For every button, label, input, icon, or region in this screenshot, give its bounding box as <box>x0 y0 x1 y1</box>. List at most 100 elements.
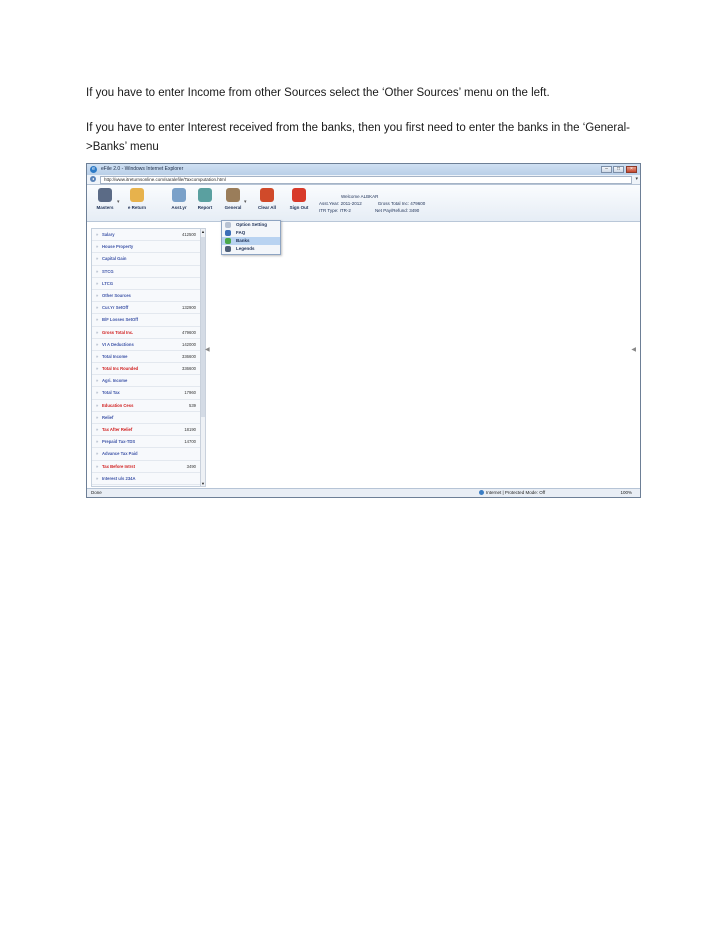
summary-row-label[interactable]: Advance Tax Paid <box>102 448 138 459</box>
summary-row-label[interactable]: Other Sources <box>102 290 131 301</box>
summary-row-label[interactable]: Salary <box>102 229 115 240</box>
bullet-icon: » <box>96 353 99 359</box>
url-field[interactable]: http://www.itreturnsonline.com/saralefil… <box>100 176 632 184</box>
bullet-icon: » <box>96 402 99 408</box>
toolbar-button-label: Asst.yr <box>171 205 187 210</box>
summary-row[interactable]: » Total Tax 17960 <box>92 387 200 400</box>
toolbar-button-report[interactable]: Report <box>191 188 219 218</box>
summary-row[interactable]: » Total Income 336600 <box>92 351 200 364</box>
toolbar-button-label: Clear All <box>257 205 277 210</box>
scroll-up-icon[interactable]: ▲ <box>201 229 205 234</box>
bullet-icon: » <box>96 329 99 335</box>
gross-total-income: Gross Total Inc: 479600 <box>377 201 426 206</box>
summary-row-value: 412500 <box>182 232 196 237</box>
browser-screenshot: e eFile 2.0 - Windows Internet Explorer … <box>86 163 641 498</box>
bullet-icon: » <box>96 427 99 432</box>
vertical-scrollbar[interactable]: ▲ ▼ <box>200 228 206 487</box>
summary-row[interactable]: » Interest u/s 234B <box>92 485 200 486</box>
menu-item-faq[interactable]: FAQ <box>222 229 280 237</box>
summary-row[interactable]: » Other Sources <box>92 290 200 303</box>
bullet-icon: » <box>96 244 99 250</box>
summary-row-label[interactable]: Relief <box>102 412 113 423</box>
assessment-year: Asst.Year: 2011-2012 <box>319 201 362 206</box>
summary-row-label[interactable]: Cur.Yr SetOff <box>102 302 128 313</box>
summary-row[interactable]: » STCG <box>92 266 200 278</box>
summary-row[interactable]: » VI A Deductions 142000 <box>92 339 200 351</box>
summary-row[interactable]: » LTCG <box>92 278 200 290</box>
summary-row-label[interactable]: Gross Total Inc. <box>102 327 133 338</box>
masters-person-icon <box>98 188 112 202</box>
summary-row[interactable]: » Advance Tax Paid <box>92 448 200 461</box>
summary-row[interactable]: » Total Inc Rounded 336600 <box>92 363 200 376</box>
summary-row-label[interactable]: VI A Deductions <box>102 339 134 350</box>
summary-row-label[interactable]: House Property <box>102 241 133 252</box>
summary-row[interactable]: » Education Cess 539 <box>92 400 200 412</box>
folder-icon <box>130 188 144 202</box>
summary-row[interactable]: » Capital Gain <box>92 253 200 266</box>
summary-row-label[interactable]: Education Cess <box>102 400 133 411</box>
summary-row-value: 479600 <box>182 329 196 335</box>
menu-item-option-setting[interactable]: Option Setting <box>222 221 280 229</box>
general-dropdown-icon[interactable]: ▾ <box>244 199 247 205</box>
scroll-down-icon[interactable]: ▼ <box>201 481 205 486</box>
summary-row-label[interactable]: Tax After Relief <box>102 424 132 435</box>
bullet-icon: » <box>96 451 99 457</box>
toolbar-button-masters[interactable]: Masters <box>91 188 119 218</box>
summary-row-label[interactable]: Total Income <box>102 351 128 362</box>
splitter-left-icon[interactable]: ◀ <box>205 346 210 353</box>
security-zone-text: Internet | Protected Mode: Off <box>486 490 546 495</box>
summary-row-label[interactable]: Tax Before Intrst <box>102 461 135 472</box>
summary-row-label[interactable]: STCG <box>102 266 114 277</box>
scroll-thumb[interactable] <box>201 237 205 417</box>
net-pay-refund: Net Pay/Refund: 3490 <box>374 208 420 213</box>
toolbar-button-sign-out[interactable]: Sign Out <box>285 188 313 218</box>
tax-summary-panel: » Salary 412500» House Property» Capital Gai… <box>91 228 201 487</box>
splitter-right-icon[interactable]: ◀ <box>631 346 636 353</box>
summary-row[interactable]: » B/F Losses SetOff <box>92 314 200 327</box>
summary-row-value: 336600 <box>182 366 196 372</box>
summary-row-label[interactable]: Interest u/s 234A <box>102 473 136 484</box>
toolbar-button-label: Report <box>197 205 213 210</box>
summary-row[interactable]: » Gross Total Inc. 479600 <box>92 327 200 339</box>
close-button[interactable]: × <box>626 166 637 173</box>
summary-row[interactable]: » Cur.Yr SetOff 132900 <box>92 302 200 315</box>
toolbar-button-asst-yr[interactable]: Asst.yr <box>165 188 193 218</box>
summary-row-label[interactable]: Total Tax <box>102 387 120 398</box>
summary-row[interactable]: » Salary 412500 <box>92 229 200 242</box>
summary-row-label[interactable]: Interest u/s 234B <box>102 485 136 486</box>
menu-item-banks[interactable]: Banks <box>222 237 280 245</box>
summary-row[interactable]: » Tax After Relief 18190 <box>92 424 200 437</box>
toolbar-button-label: General <box>224 205 242 210</box>
bullet-icon: » <box>96 305 99 311</box>
summary-row[interactable]: » Tax Before Intrst 3490 <box>92 461 200 473</box>
instruction-banks: If you have to enter Interest received f… <box>86 122 631 153</box>
summary-row-label[interactable]: LTCG <box>102 278 113 289</box>
bullet-icon: » <box>96 463 99 469</box>
toolbar-button-e-return[interactable]: e Return <box>123 188 151 218</box>
summary-row-label[interactable]: B/F Losses SetOff <box>102 314 138 325</box>
bullet-icon: » <box>96 268 99 274</box>
summary-row-label[interactable]: Total Inc Rounded <box>102 363 138 374</box>
summary-row[interactable]: » Prepaid Tax-TDS 14700 <box>92 436 200 449</box>
summary-row[interactable]: » Interest u/s 234A <box>92 473 200 485</box>
minimize-button[interactable]: – <box>601 166 612 173</box>
summary-row-label[interactable]: Prepaid Tax-TDS <box>102 436 135 447</box>
summary-row[interactable]: » Relief <box>92 412 200 424</box>
back-icon[interactable]: ◂ <box>90 176 96 182</box>
summary-row-value: 336600 <box>182 353 196 359</box>
summary-row-label[interactable]: Agri. Income <box>102 375 127 386</box>
toolbar-button-clear-all[interactable]: Clear All <box>253 188 281 218</box>
ie-logo-icon: e <box>90 166 97 173</box>
summary-row-label[interactable]: Capital Gain <box>102 253 126 264</box>
menu-item-legends[interactable]: Legends <box>222 245 280 253</box>
welcome-text: Welcome ALBKAR <box>341 194 379 199</box>
toolbar-button-label: Sign Out <box>289 205 309 210</box>
option-setting-icon <box>225 222 231 228</box>
summary-row[interactable]: » House Property <box>92 241 200 254</box>
summary-row[interactable]: » Agri. Income <box>92 375 200 388</box>
toolbar-button-general[interactable]: General <box>219 188 247 218</box>
maximize-button[interactable]: □ <box>613 166 624 173</box>
masters-dropdown-icon[interactable]: ▾ <box>117 199 120 205</box>
zoom-level[interactable]: 100% <box>620 489 632 497</box>
chevron-down-icon[interactable]: ▾ <box>635 176 638 182</box>
